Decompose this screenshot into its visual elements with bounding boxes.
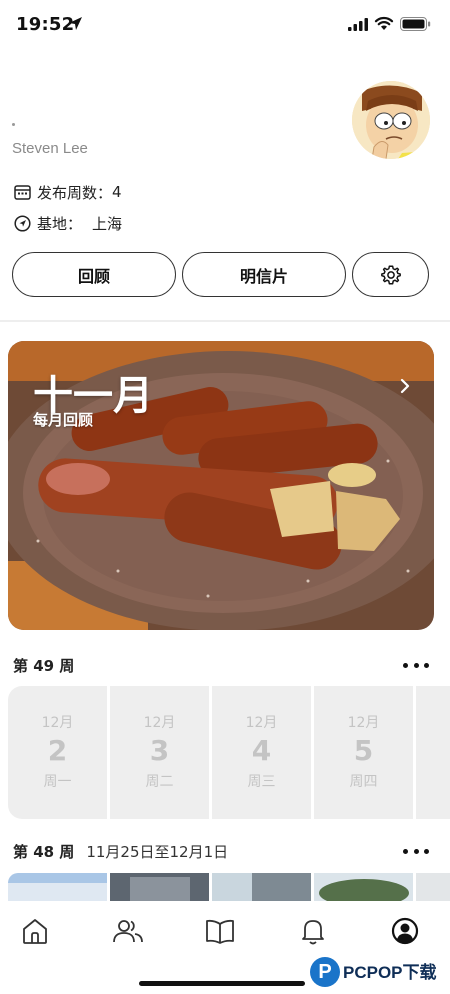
weeks-value: 4 [112,183,122,201]
tab-notifications[interactable] [298,916,330,948]
monthly-review-card[interactable]: 十一月 每月回顾 [8,341,434,630]
chevron-right-icon [400,378,410,394]
friends-icon [113,920,143,943]
dot [424,848,429,854]
postcard-button[interactable]: 明信片 [182,252,346,297]
day-cell-mon[interactable]: 12月 2 周一 [8,686,107,819]
week48-more-button[interactable] [403,847,429,855]
day-cell-tue[interactable]: 12月 3 周二 [110,686,209,819]
avatar[interactable] [352,81,430,159]
home-indicator [139,981,305,986]
tab-journal[interactable] [204,916,236,948]
week48-photo-5[interactable] [416,873,450,901]
week48-photo-strip[interactable] [8,873,450,901]
week48-title: 第 48 周 [13,842,75,861]
username: Steven Lee [12,140,88,157]
tab-home[interactable] [20,916,52,948]
day-number: 5 [353,734,374,767]
day-weekday: 周一 [43,774,72,790]
avatar-image [352,81,430,159]
home-icon [23,919,47,944]
weeks-label: 发布周数： [37,183,113,202]
day-number: 4 [251,734,272,767]
status-time: 19:52 [16,14,75,35]
day-number: 2 [47,734,68,767]
week48-photo-3[interactable] [212,873,311,901]
section-divider [0,320,450,322]
day-cell-fri[interactable] [416,686,450,819]
profile-icon [391,917,419,945]
wifi-icon [374,16,394,30]
tab-friends[interactable] [112,916,144,948]
base-label: 基地： [37,214,83,233]
dot [413,662,419,668]
day-number: 3 [149,734,170,767]
review-button[interactable]: 回顾 [12,252,176,297]
gear-icon [380,265,401,284]
watermark: P PCPOP下载 [310,955,437,989]
base-value: 上海 [92,214,123,233]
week48-photo-2[interactable] [110,873,209,901]
tab-profile[interactable] [390,916,422,948]
calendar-icon [14,185,31,200]
dot [403,662,408,668]
dot [424,662,429,668]
week48-header: 第 48 周 11月25日至12月1日 [13,840,228,862]
day-month: 12月 [41,715,74,731]
week48-photo-4[interactable] [314,873,413,901]
dot [413,848,419,854]
day-cell-thu[interactable]: 12月 5 周四 [314,686,413,819]
watermark-text: PCPOP下载 [343,962,437,982]
week48-photo-1[interactable] [8,873,107,901]
weeks-published-row: 发布周数： 4 [14,182,122,202]
day-weekday: 周二 [145,774,174,790]
week49-day-strip[interactable]: 12月 2 周一 12月 3 周二 12月 4 周三 12月 5 周四 [8,686,450,819]
day-month: 12月 [143,715,176,731]
signal-icon [348,18,368,31]
day-month: 12月 [347,715,380,731]
name-placeholder-dot [12,123,15,126]
compass-icon [14,214,31,232]
week49-more-button[interactable] [403,661,429,669]
day-weekday: 周四 [349,774,378,790]
week49-header: 第 49 周 [13,654,74,676]
battery-icon [400,17,431,31]
bell-icon [302,920,324,945]
month-subtitle: 每月回顾 [33,411,94,429]
watermark-logo: P [310,957,340,987]
base-row: 基地： 上海 [14,213,122,233]
week49-title: 第 49 周 [13,656,75,675]
settings-button[interactable] [352,252,429,297]
book-icon [206,919,234,944]
day-weekday: 周三 [247,774,276,790]
day-cell-wed[interactable]: 12月 4 周三 [212,686,311,819]
status-bar: 19:52 [0,0,450,52]
week48-range: 11月25日至12月1日 [86,842,229,861]
day-month: 12月 [245,715,278,731]
location-arrow-icon [69,17,82,30]
dot [403,848,408,854]
